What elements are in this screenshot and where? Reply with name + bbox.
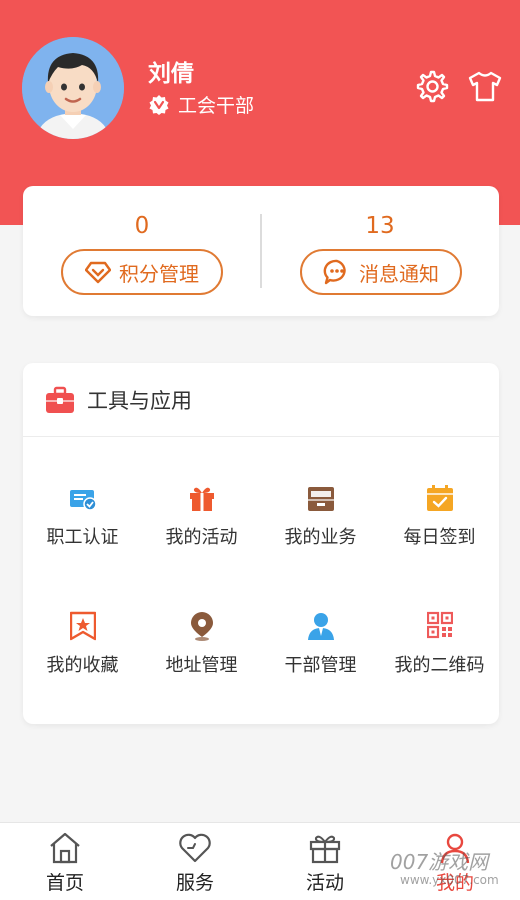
tools-card: 工具与应用 职工认证 我的活动 我的业务 每日签到 我的收藏 地址管理 干部管理… [23,363,499,724]
grid-item-employee-verification[interactable]: 职工认证 [23,483,142,583]
user-icon [440,833,470,864]
stats-card: 0 积分管理 13 消息通知 [23,186,499,316]
tab-label: 服务 [175,872,214,894]
diamond-tag-icon [85,261,111,284]
points-management-label: 积分管理 [119,261,199,286]
bookmark-star-icon [70,611,96,641]
gift-icon [190,487,214,511]
home-icon [50,832,80,864]
grid-label: 我的收藏 [46,655,119,676]
grid-label: 每日签到 [403,527,476,548]
tab-mine[interactable]: 我的 [390,823,520,900]
chat-bubble-icon [323,259,346,285]
tab-activities[interactable]: 活动 [260,823,390,900]
toolbox-icon [46,386,74,413]
avatar[interactable] [22,37,124,139]
grid-item-cadre-management[interactable]: 干部管理 [261,611,380,711]
points-stat: 0 积分管理 [23,186,261,316]
person-icon [308,613,334,640]
tools-title: 工具与应用 [87,388,192,413]
grid-item-my-business[interactable]: 我的业务 [261,483,380,583]
grid-label: 我的活动 [165,527,238,548]
role-badge: 工会干部 [148,91,254,118]
verified-badge-icon [148,94,170,116]
tab-home[interactable]: 首页 [0,823,130,900]
heart-icon [179,833,211,863]
qr-code-icon [427,611,453,639]
archive-box-icon [308,487,334,511]
grid-item-daily-checkin[interactable]: 每日签到 [380,483,499,583]
grid-item-my-activities[interactable]: 我的活动 [142,483,261,583]
gift-box-icon [309,835,341,864]
tab-label: 首页 [45,872,84,894]
grid-label: 职工认证 [46,527,119,548]
watermark-url: www.yx007.com [400,873,499,887]
grid-item-my-qr-code[interactable]: 我的二维码 [380,611,499,711]
grid-label: 我的业务 [284,527,357,548]
grid-label: 我的二维码 [394,655,485,676]
points-value: 0 [134,213,150,239]
points-management-button[interactable]: 积分管理 [61,249,223,295]
calendar-check-icon [427,485,453,511]
grid-item-address-management[interactable]: 地址管理 [142,611,261,711]
user-name: 刘倩 [148,61,194,87]
grid-item-my-favorites[interactable]: 我的收藏 [23,611,142,711]
message-notification-label: 消息通知 [359,261,439,286]
tab-services[interactable]: 服务 [130,823,260,900]
location-pin-icon [191,612,213,641]
bottom-tab-bar: 首页 服务 活动 我的 [0,822,520,900]
role-label: 工会干部 [178,95,255,117]
avatar-illustration [22,37,124,139]
grid-label: 干部管理 [284,655,357,676]
settings-icon[interactable] [413,68,449,104]
messages-stat: 13 消息通知 [261,186,499,316]
shirt-icon[interactable] [467,68,503,104]
grid-label: 地址管理 [165,655,238,676]
message-notification-button[interactable]: 消息通知 [300,249,462,295]
messages-value: 13 [365,213,395,239]
tools-header: 工具与应用 [23,363,499,437]
tab-label: 活动 [305,872,344,894]
id-card-check-icon [70,490,96,511]
